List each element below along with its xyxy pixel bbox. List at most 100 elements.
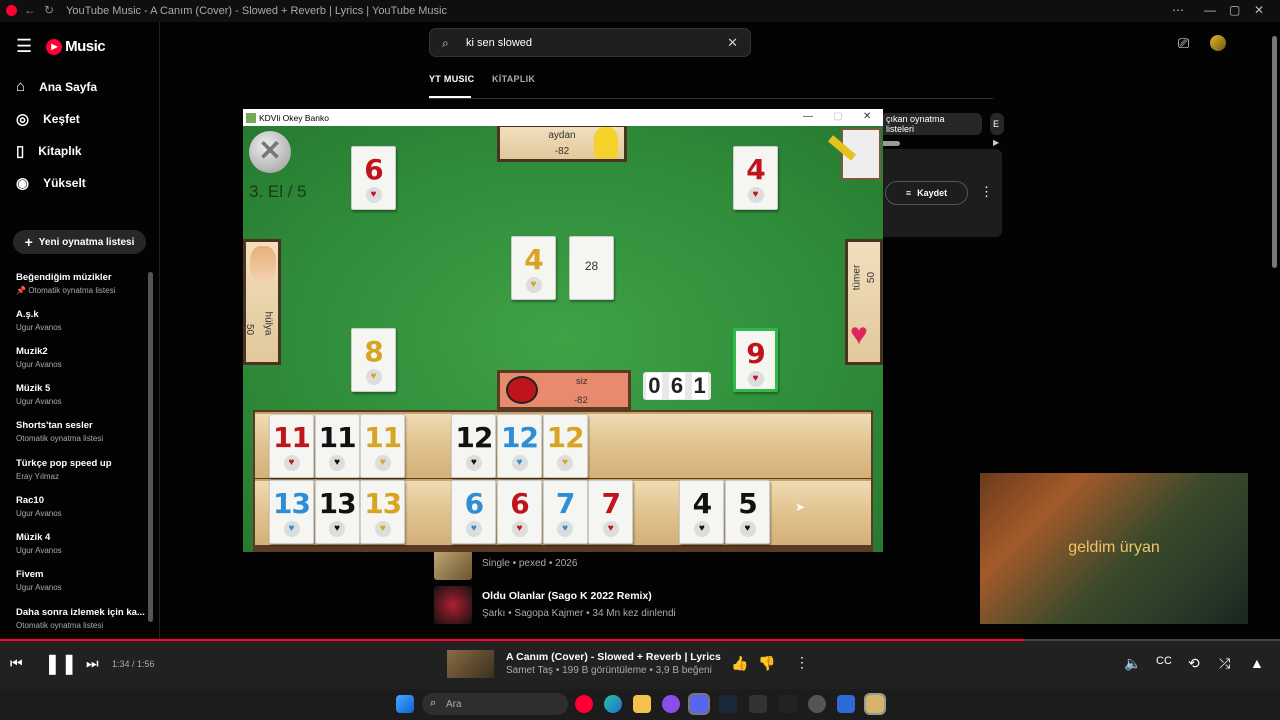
volume-icon[interactable]: 🔈 (1124, 655, 1141, 672)
draw-pile[interactable]: 28 (569, 236, 614, 300)
nav-upgrade[interactable]: ◉ Yükselt (16, 174, 86, 192)
playlist-item[interactable]: Beğendiğim müzikler 📌 Otomatik oynatma li… (16, 272, 146, 295)
rack-tile[interactable]: 6 ♥ (451, 480, 497, 544)
rack-tile[interactable]: 12 ♥ (497, 414, 542, 478)
chip-scroll-icon[interactable]: ▶ (993, 138, 999, 147)
tab-yt-music[interactable]: YT MUSIC (429, 74, 474, 84)
counter-digit: 6 (668, 373, 686, 399)
file-explorer-icon[interactable] (633, 695, 651, 713)
app-icon[interactable] (662, 695, 680, 713)
page-scrollbar[interactable] (1272, 36, 1277, 268)
back-icon[interactable]: ← (24, 3, 36, 17)
rack-tile[interactable]: 7 ♥ (588, 480, 634, 544)
okey-game-window[interactable]: KDVli Okey Banko — ▢ ✕ ✕ 3. El / 5 aydan… (243, 109, 883, 552)
playlist-item[interactable]: Türkçe pop speed up Eray Yılmaz (16, 458, 146, 481)
rack-tile[interactable]: 13 ♥ (360, 480, 406, 544)
chip-scrollbar[interactable] (880, 141, 900, 146)
game-exit-button[interactable]: ✕ (249, 131, 291, 173)
playlist-item[interactable]: A.ş.k Ugur Avanos (16, 309, 146, 332)
rack-tile[interactable]: 7 ♥ (542, 480, 588, 544)
rack-tile[interactable]: 4 ♥ (679, 480, 725, 544)
steam-icon[interactable] (719, 695, 737, 713)
reload-icon[interactable]: ↻ (44, 3, 54, 17)
game-minimize-icon[interactable]: — (803, 111, 813, 122)
store-icon[interactable] (837, 695, 855, 713)
list-item[interactable]: Oldu Olanlar (Sago K 2022 Remix) Şarkı •… (434, 586, 676, 624)
rack-tile[interactable]: 12 ♥ (451, 414, 497, 478)
lyric-text: geldim üryan (1068, 539, 1160, 556)
rack-tile[interactable]: 12 ♥ (542, 414, 588, 478)
nav-label: Kitaplık (38, 144, 82, 158)
minimize-icon[interactable]: — (1204, 3, 1216, 17)
more-icon[interactable]: ⋯ (1172, 3, 1184, 17)
rack-tile[interactable]: 13 ♥ (269, 480, 314, 544)
game-maximize-icon[interactable]: ▢ (833, 111, 842, 122)
windows-start-icon[interactable] (396, 695, 414, 713)
shuffle-icon[interactable]: ⤮ (1219, 655, 1230, 672)
playlist-item[interactable]: Shorts'tan sesler Otomatik oynatma listes… (16, 420, 146, 443)
close-icon[interactable]: ✕ (1254, 3, 1264, 17)
search-input[interactable]: ⌕ ki sen slowed ✕ (429, 28, 751, 57)
rack-tile[interactable]: 5 ♥ (725, 480, 770, 544)
playlist-item[interactable]: Müzik 4 Ugur Avanos (16, 532, 146, 555)
nav-explore[interactable]: ◎ Keşfet (16, 110, 80, 128)
playlist-sub: Otomatik oynatma listesi (16, 434, 104, 443)
app-icon[interactable] (779, 695, 797, 713)
nav-home[interactable]: ⌂ Ana Sayfa (16, 78, 97, 95)
nav-library[interactable]: ▯ Kitaplık (16, 142, 82, 160)
repeat-icon[interactable]: ⟲ (1188, 655, 1200, 672)
rack-tile[interactable]: 11 ♥ (269, 414, 314, 478)
youtube-music-logo[interactable]: ▶ Music (46, 38, 106, 55)
epic-games-icon[interactable] (749, 695, 767, 713)
discard-tile[interactable]: 8 ♥ (351, 328, 396, 392)
heart-avatar: ♥ (850, 318, 868, 351)
clear-search-icon[interactable]: ✕ (727, 35, 738, 51)
playlist-item[interactable]: Fivem Ugur Avanos (16, 569, 146, 592)
playlist-item[interactable]: Müzik 5 Ugur Avanos (16, 383, 146, 406)
captions-icon[interactable]: CC (1156, 655, 1172, 667)
taskbar-search[interactable]: ⌕ Ara (422, 693, 568, 715)
edge-icon[interactable] (604, 695, 622, 713)
more-options-icon[interactable]: ⋮ (980, 184, 993, 200)
sidebar-scrollbar[interactable] (148, 272, 153, 622)
playlist-item[interactable]: Daha sonra izlemek için ka... Otomatik oy… (16, 607, 146, 630)
next-icon[interactable]: ⏭ (86, 655, 99, 672)
playlist-item[interactable]: Rac10 Ugur Avanos (16, 495, 146, 518)
tile-number: 12 (455, 421, 493, 454)
pause-icon[interactable]: ❚❚ (44, 651, 78, 676)
cast-icon[interactable]: ⎚ (1178, 35, 1189, 52)
youtube-music-app-icon[interactable] (575, 695, 593, 713)
now-playing-title[interactable]: A Canım (Cover) - Slowed + Reverb | Lyri… (506, 651, 721, 663)
discard-tile[interactable]: 9 ♥ (733, 328, 778, 392)
tab-library[interactable]: KİTAPLIK (492, 74, 535, 84)
dislike-icon[interactable]: 👎 (758, 655, 775, 672)
filter-chip[interactable]: E (990, 113, 1004, 135)
maximize-icon[interactable]: ▢ (1229, 3, 1240, 17)
tile-number: 13 (273, 487, 311, 520)
game-close-icon[interactable]: ✕ (863, 111, 871, 122)
playlist-item[interactable]: Muzik2 Ugur Avanos (16, 346, 146, 369)
more-options-icon[interactable]: ⋮ (795, 654, 809, 671)
discard-tile[interactable]: 4 ♥ (733, 146, 778, 210)
avatar[interactable] (1210, 35, 1226, 51)
app-icon[interactable] (808, 695, 826, 713)
rack-tile[interactable]: 11 ♥ (360, 414, 406, 478)
discord-icon[interactable] (688, 693, 710, 715)
previous-icon[interactable]: ⏮ (10, 655, 23, 672)
rack-tile[interactable]: 6 ♥ (497, 480, 542, 544)
new-playlist-button[interactable]: + Yeni oynatma listesi (13, 230, 146, 254)
expand-icon[interactable]: ▲ (1250, 655, 1264, 671)
filter-chip[interactable]: çıkan oynatma listeleri (878, 113, 982, 135)
progress-bar[interactable] (0, 639, 1280, 641)
menu-icon[interactable]: ☰ (16, 36, 32, 57)
discard-tile[interactable]: 6 ♥ (351, 146, 396, 210)
rack-tile[interactable]: 11 ♥ (314, 414, 360, 478)
heart-icon: ♥ (283, 455, 300, 471)
mini-video-player[interactable]: geldim üryan (980, 473, 1248, 624)
save-button[interactable]: ≡ Kaydet (885, 181, 968, 205)
now-playing-thumbnail[interactable] (447, 650, 494, 678)
rack-tile[interactable]: 13 ♥ (314, 480, 360, 544)
counter-digit: 0 (646, 373, 663, 399)
okey-game-taskbar-icon[interactable] (864, 693, 886, 715)
like-icon[interactable]: 👍 (731, 655, 748, 672)
